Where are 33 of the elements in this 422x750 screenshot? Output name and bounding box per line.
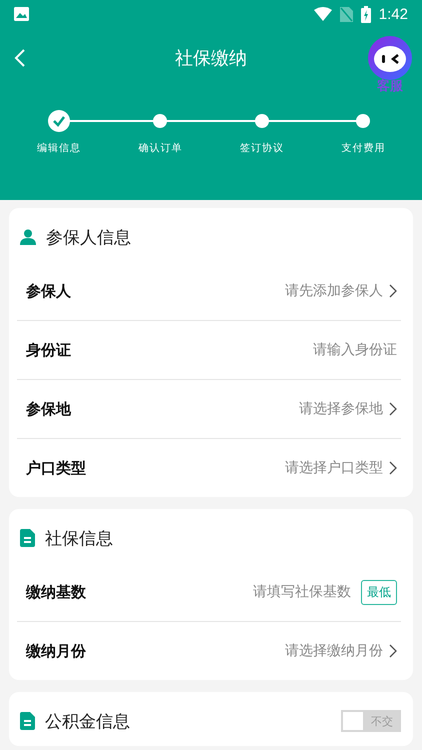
toggle-switch[interactable]: 不交	[341, 710, 401, 732]
field-label: 身份证	[26, 340, 72, 360]
field-label: 缴纳基数	[26, 582, 87, 602]
section-title: 公积金信息	[45, 710, 131, 732]
select-field[interactable]: 请先添加参保人	[285, 282, 397, 300]
wifi-icon	[314, 7, 332, 21]
step-label: 签订协议	[240, 142, 284, 155]
step-label: 确认订单	[138, 142, 182, 155]
person-icon	[20, 229, 36, 245]
step-label: 支付费用	[341, 142, 386, 155]
field-label: 户口类型	[26, 458, 87, 478]
select-field[interactable]: 请选择户口类型	[285, 459, 397, 477]
chevron-right-icon	[389, 644, 397, 658]
select-field[interactable]: 请选择参保地	[299, 400, 397, 418]
document-icon	[20, 712, 35, 730]
field-label: 参保人	[26, 282, 72, 300]
mascot-icon[interactable]	[368, 36, 412, 80]
image-icon	[14, 7, 29, 21]
section-title: 社保信息	[45, 528, 114, 550]
minimum-button[interactable]: 最低	[361, 580, 397, 604]
field-label: 缴纳月份	[26, 642, 87, 660]
step-label: 编辑信息	[36, 142, 81, 155]
chevron-right-icon	[389, 284, 397, 298]
page-title: 社保缴纳	[175, 47, 247, 70]
field-label: 参保地	[26, 400, 72, 418]
document-icon	[20, 529, 35, 547]
chevron-right-icon	[389, 402, 397, 416]
chevron-right-icon	[389, 461, 397, 475]
no-sim-icon	[340, 6, 353, 22]
battery-icon	[360, 6, 371, 22]
status-time: 1:42	[378, 6, 408, 22]
section-title: 参保人信息	[46, 226, 132, 248]
select-field[interactable]: 请选择缴纳月份	[285, 642, 397, 660]
